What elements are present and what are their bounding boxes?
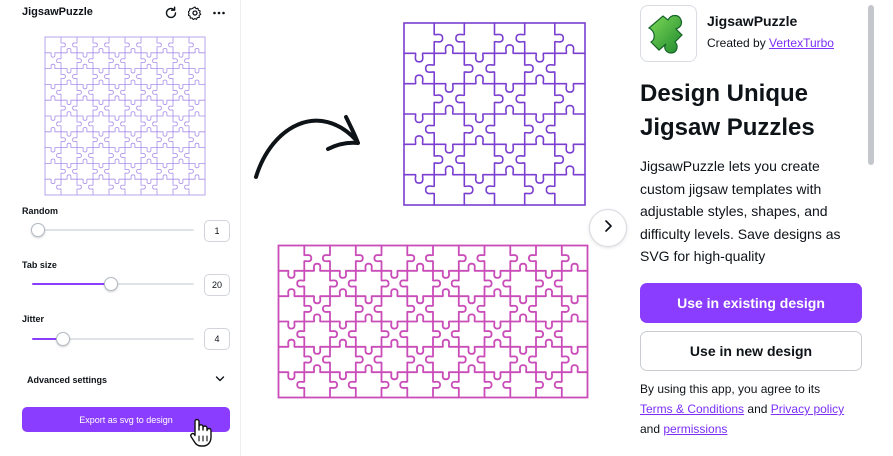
gear-icon[interactable] bbox=[186, 4, 204, 22]
random-label: Random bbox=[22, 206, 58, 216]
jitter-slider[interactable] bbox=[32, 332, 194, 346]
tab-size-slider-thumb[interactable] bbox=[104, 277, 118, 291]
jitter-value-input[interactable]: 4 bbox=[204, 328, 230, 350]
created-by-text: Created by bbox=[707, 36, 766, 50]
page-title-line-2: Jigsaw Puzzles bbox=[640, 114, 815, 141]
chevron-down-icon bbox=[215, 375, 225, 385]
privacy-link[interactable]: Privacy policy bbox=[771, 402, 844, 416]
square-puzzle-image bbox=[403, 22, 586, 206]
creator-link[interactable]: VertexTurbo bbox=[769, 36, 834, 50]
curved-arrow-icon bbox=[254, 115, 360, 179]
permissions-link[interactable]: permissions bbox=[663, 422, 727, 436]
more-icon[interactable] bbox=[210, 4, 228, 22]
terms-notice: By using this app, you agree to its Term… bbox=[640, 379, 880, 439]
scrollbar[interactable] bbox=[868, 5, 874, 165]
puzzle-cuts bbox=[277, 244, 589, 399]
rectangle-puzzle-image bbox=[277, 244, 589, 399]
puzzle-cuts bbox=[44, 36, 206, 196]
advanced-settings-toggle[interactable]: Advanced settings bbox=[27, 372, 225, 388]
terms-prefix: By using this app, you agree to its bbox=[640, 382, 821, 396]
next-slide-button[interactable] bbox=[589, 209, 627, 247]
jitter-slider-thumb[interactable] bbox=[56, 332, 70, 346]
chevron-right-icon bbox=[603, 219, 613, 238]
random-slider[interactable] bbox=[31, 223, 194, 237]
tab-size-slider-fill bbox=[32, 283, 111, 285]
tab-size-value-input[interactable]: 20 bbox=[204, 274, 230, 296]
app-panel: JigsawPuzzle Random 1 Tab size 20 Jitter… bbox=[0, 0, 241, 456]
app-logo bbox=[640, 5, 697, 62]
tab-size-slider[interactable] bbox=[32, 277, 194, 291]
terms-and-1: and bbox=[747, 402, 768, 416]
app-description: JigsawPuzzle lets you create custom jigs… bbox=[640, 158, 841, 264]
random-value-input[interactable]: 1 bbox=[204, 220, 230, 242]
use-in-new-design-button[interactable]: Use in new design bbox=[640, 331, 862, 371]
panel-title: JigsawPuzzle bbox=[22, 6, 93, 18]
terms-and-2: and bbox=[640, 422, 661, 436]
refresh-icon[interactable] bbox=[162, 4, 180, 22]
panel-actions bbox=[162, 4, 228, 22]
page-title: Design Unique Jigsaw Puzzles bbox=[640, 77, 870, 145]
app-name: JigsawPuzzle bbox=[707, 13, 798, 29]
page-title-line-1: Design Unique bbox=[640, 80, 809, 107]
puzzle-preview bbox=[44, 36, 206, 196]
app-creator: Created by VertexTurbo bbox=[707, 36, 834, 50]
puzzle-cuts bbox=[403, 22, 586, 206]
jitter-label: Jitter bbox=[22, 314, 45, 324]
random-slider-thumb[interactable] bbox=[31, 223, 45, 237]
use-in-existing-design-button[interactable]: Use in existing design bbox=[640, 283, 862, 323]
terms-link[interactable]: Terms & Conditions bbox=[640, 402, 744, 416]
advanced-settings-label: Advanced settings bbox=[27, 375, 108, 385]
tab-size-label: Tab size bbox=[22, 260, 57, 270]
hand-cursor-icon bbox=[187, 416, 213, 453]
